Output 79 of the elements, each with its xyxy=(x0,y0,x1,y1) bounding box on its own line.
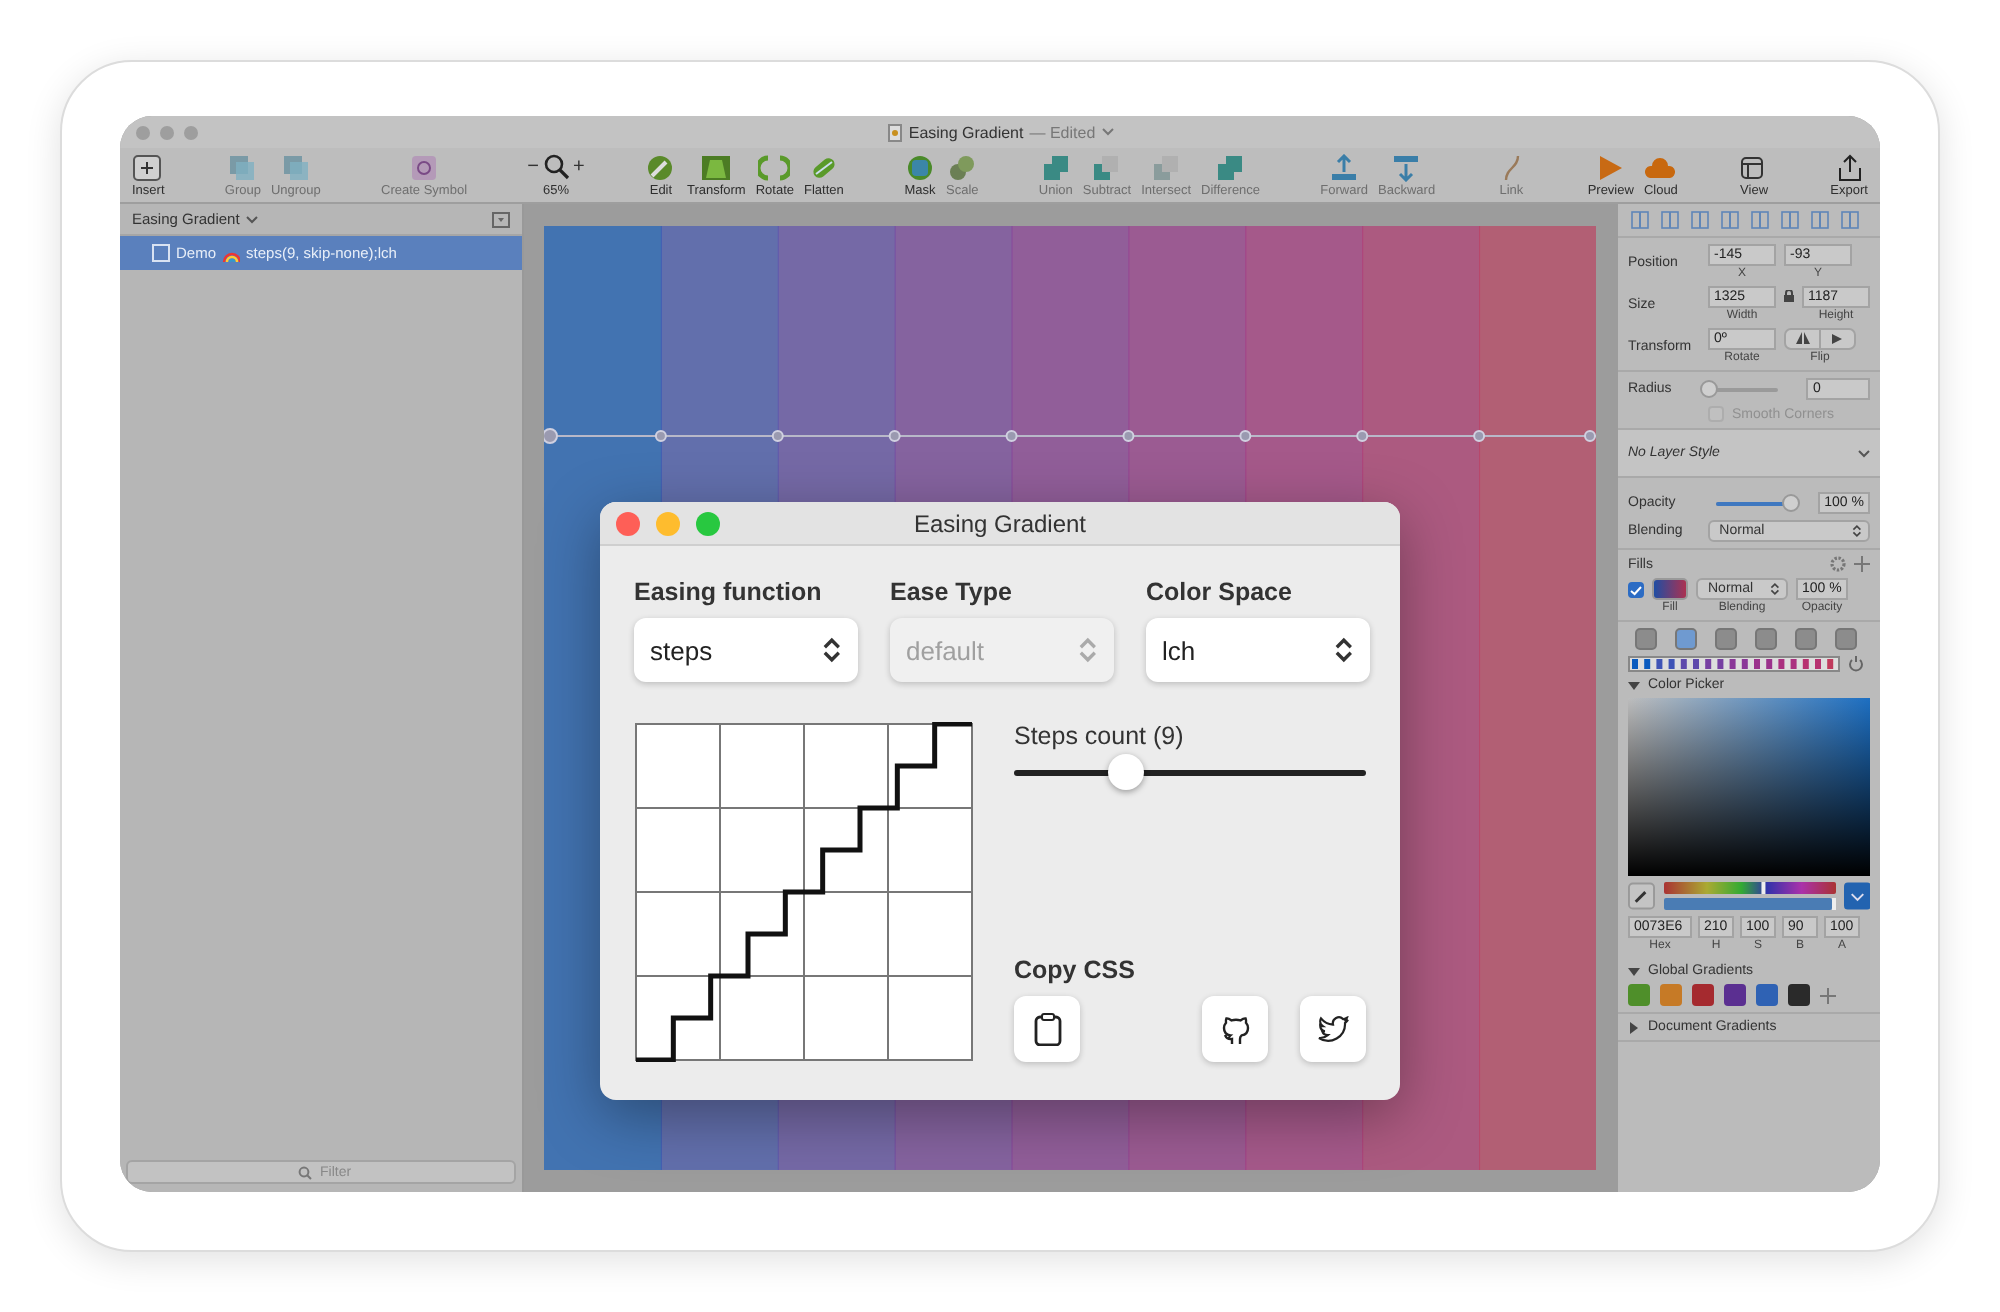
share-icon xyxy=(1833,154,1866,182)
gradient-swatch[interactable] xyxy=(1660,984,1682,1006)
github-button[interactable] xyxy=(1202,996,1268,1062)
close-button[interactable] xyxy=(616,511,640,535)
flip-buttons-icon[interactable] xyxy=(1784,328,1856,350)
select-label: Easing function xyxy=(634,578,824,606)
lock-icon[interactable] xyxy=(1784,290,1794,302)
stepper-icon xyxy=(1334,636,1354,664)
bird-icon xyxy=(1317,1015,1349,1043)
squares-icon xyxy=(279,154,312,182)
dropdown-button[interactable] xyxy=(1843,882,1870,910)
dialog-title: Easing Gradient xyxy=(913,509,1087,537)
steps-slider[interactable] xyxy=(1014,754,1366,790)
pencil-icon xyxy=(644,154,677,182)
select-field[interactable]: steps xyxy=(634,618,858,682)
trapezoid-icon xyxy=(700,154,733,182)
fill-swatch[interactable] xyxy=(1652,578,1688,600)
artboard-icon xyxy=(152,244,170,262)
gradient-handle-line[interactable] xyxy=(544,428,1596,444)
reset-icon[interactable] xyxy=(1848,656,1864,672)
slider-thumb[interactable] xyxy=(1700,380,1719,398)
slider-label: Steps count (9) xyxy=(1014,722,1186,750)
gear-icon[interactable] xyxy=(1830,556,1846,572)
select-label: Color Space xyxy=(1146,578,1294,606)
arrow-up-icon xyxy=(1328,154,1361,182)
squares-icon xyxy=(1039,154,1072,182)
plus-icon xyxy=(132,154,165,182)
symbol-icon xyxy=(408,154,441,182)
collapse-icon[interactable] xyxy=(492,211,510,227)
window-title: Easing Gradient xyxy=(908,123,1024,141)
squares-icon xyxy=(1214,154,1247,182)
document-icon xyxy=(888,123,903,141)
stepper-icon xyxy=(822,636,842,664)
copy-button[interactable] xyxy=(1014,996,1080,1062)
stepper-icon xyxy=(1078,636,1098,664)
circle-icon xyxy=(904,154,936,182)
rotate-icon xyxy=(758,154,791,182)
stepper-icon xyxy=(1770,582,1780,596)
chevron-icon xyxy=(245,215,258,223)
circles-icon xyxy=(946,154,979,182)
document-status: — Edited xyxy=(1029,123,1096,141)
cloud-icon xyxy=(1644,154,1677,182)
gradient-swatch[interactable] xyxy=(1628,984,1650,1006)
zoom-out-button[interactable]: − xyxy=(527,157,539,177)
select-field[interactable]: lch xyxy=(1146,618,1370,682)
cat-icon xyxy=(1219,1013,1251,1045)
gradient-swatch[interactable] xyxy=(1724,984,1746,1006)
chevron-icon xyxy=(1858,449,1870,457)
zoom-in-button[interactable]: + xyxy=(573,157,585,177)
play-icon xyxy=(1594,154,1627,182)
checkbox[interactable] xyxy=(1628,582,1644,598)
search-icon xyxy=(543,154,569,180)
search-icon xyxy=(298,1165,312,1179)
gradient-swatch[interactable] xyxy=(1692,984,1714,1006)
gradient-stops-bar[interactable] xyxy=(1628,656,1840,672)
disclosure-triangle-icon[interactable] xyxy=(1628,1021,1640,1033)
disclosure-triangle-icon[interactable] xyxy=(1628,679,1640,691)
plus-icon[interactable] xyxy=(1820,987,1836,1003)
arrow-down-icon xyxy=(1390,154,1423,182)
alpha-slider[interactable] xyxy=(1663,898,1835,910)
plus-icon[interactable] xyxy=(1854,556,1870,572)
squares-icon xyxy=(1150,154,1183,182)
stepper-icon xyxy=(1852,524,1862,538)
chevron-icon xyxy=(1101,128,1114,136)
gradient-swatch[interactable] xyxy=(1788,984,1810,1006)
section-label: Copy CSS xyxy=(1014,956,1137,984)
clipboard-icon xyxy=(1033,1012,1061,1046)
twitter-button[interactable] xyxy=(1300,996,1366,1062)
squares-icon xyxy=(1090,154,1123,182)
slider-thumb[interactable] xyxy=(1781,494,1800,512)
hue-slider[interactable] xyxy=(1663,882,1835,894)
disclosure-triangle-icon[interactable] xyxy=(1628,965,1640,977)
select-label: Ease Type xyxy=(890,578,1014,606)
slider-thumb[interactable] xyxy=(1108,754,1145,790)
zoom-button[interactable] xyxy=(696,511,720,535)
eyedropper-icon[interactable] xyxy=(1628,882,1655,910)
squares-icon xyxy=(226,154,259,182)
color-field[interactable] xyxy=(1628,698,1870,876)
gradient-swatch[interactable] xyxy=(1756,984,1778,1006)
